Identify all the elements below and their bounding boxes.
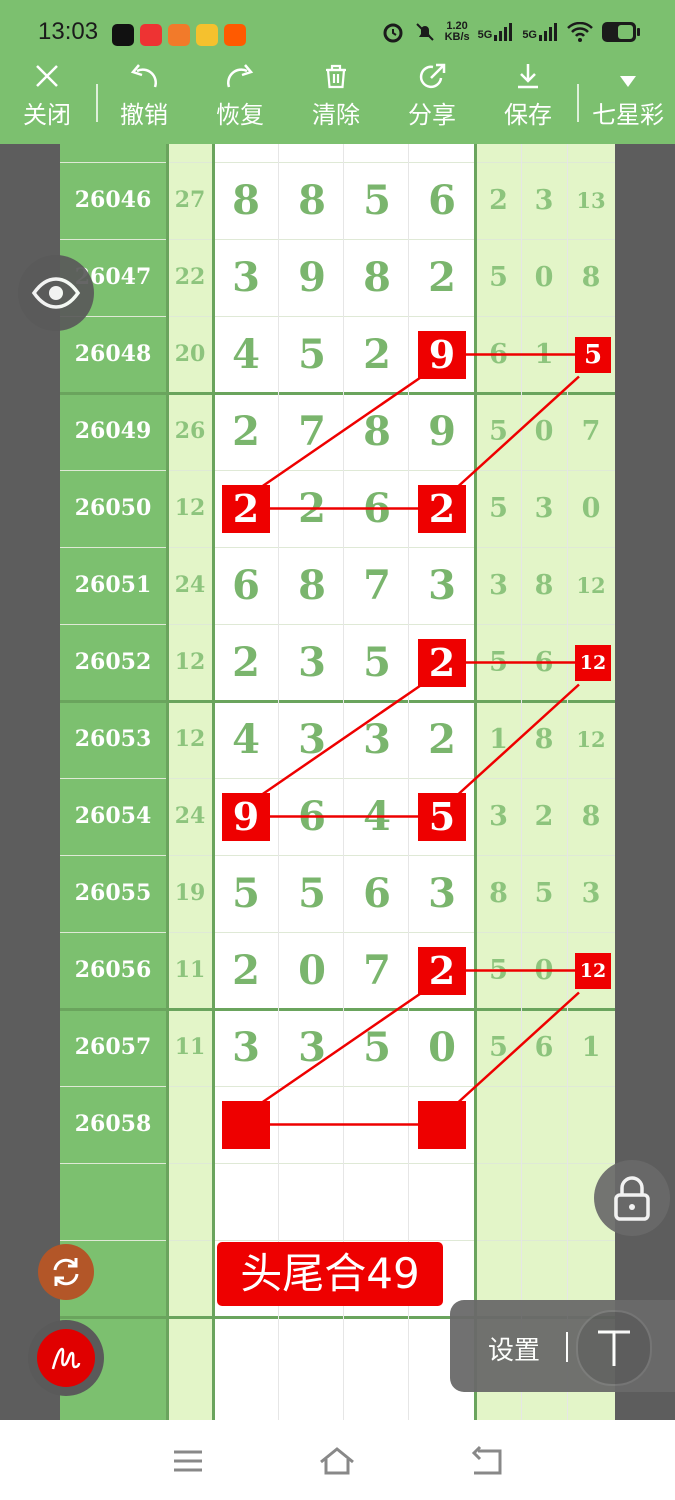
tiktok-icon xyxy=(112,24,134,46)
eye-toggle-button[interactable] xyxy=(18,255,94,331)
highlight-box[interactable] xyxy=(418,1100,466,1149)
highlight-box[interactable] xyxy=(222,1100,270,1149)
undo-button[interactable]: 撤销 xyxy=(109,62,179,144)
banner-label: 头尾合49 xyxy=(217,1242,443,1306)
system-nav-bar xyxy=(0,1420,675,1500)
pen-button[interactable] xyxy=(28,1320,104,1396)
mute-icon xyxy=(415,23,434,41)
wifi-icon xyxy=(567,22,593,42)
connector-line xyxy=(457,375,580,488)
status-bar: 13:03 1.20 KB/s 5G 5G xyxy=(0,0,675,62)
battery-icon xyxy=(602,22,640,42)
lottery-type-dropdown[interactable]: 七星彩 xyxy=(586,62,670,144)
save-label: 保存 xyxy=(504,101,552,129)
undo-icon xyxy=(109,62,179,100)
lock-button[interactable] xyxy=(594,1160,670,1236)
settings-divider xyxy=(566,1332,568,1362)
connector-line xyxy=(457,991,580,1104)
taobao-icon xyxy=(224,24,246,46)
toolbar: 关闭 撤销 恢复 清除 分享 保存 七星彩 xyxy=(0,62,675,144)
refresh-button[interactable] xyxy=(38,1244,94,1300)
menu-icon xyxy=(174,1450,202,1472)
signal-icon: 5G xyxy=(478,23,515,41)
highlight-box[interactable]: 9 xyxy=(222,792,270,841)
eye-icon xyxy=(31,277,81,309)
redo-button[interactable]: 恢复 xyxy=(205,62,275,144)
settings-panel: 设置 xyxy=(450,1300,675,1392)
share-label: 分享 xyxy=(408,101,456,129)
home-button[interactable] xyxy=(317,1444,357,1478)
settings-button[interactable]: 设置 xyxy=(488,1330,540,1367)
refresh-icon xyxy=(53,1258,79,1286)
highlight-box[interactable]: 2 xyxy=(418,484,466,533)
lottery-type-label: 七星彩 xyxy=(592,101,664,129)
clear-label: 清除 xyxy=(312,101,360,129)
close-icon xyxy=(12,62,82,100)
trash-icon xyxy=(301,62,371,100)
connector-line xyxy=(261,683,423,796)
net-speed: 1.20 KB/s xyxy=(444,20,470,43)
signal-icon-2: 5G xyxy=(522,23,559,41)
back-button[interactable] xyxy=(466,1444,506,1478)
back-icon xyxy=(471,1445,502,1475)
yellow-app-icon xyxy=(196,24,218,46)
left-margin xyxy=(0,144,60,1420)
close-button[interactable]: 关闭 xyxy=(12,62,82,144)
connector-line xyxy=(261,991,423,1104)
system-icons: 1.20 KB/s 5G 5G xyxy=(381,20,641,44)
status-time: 13:03 xyxy=(38,18,99,45)
clear-button[interactable]: 清除 xyxy=(301,62,371,144)
alarm-icon xyxy=(383,23,403,43)
share-button[interactable]: 分享 xyxy=(397,62,467,144)
lottery-trend-grid[interactable]: 2604627885623132604722398250826048204529… xyxy=(60,144,615,1420)
app-red-icon xyxy=(140,24,162,46)
pen-icon xyxy=(37,1329,95,1387)
toolbar-divider-2 xyxy=(577,84,579,122)
video-app-icon xyxy=(168,24,190,46)
redo-icon xyxy=(205,62,275,100)
download-icon xyxy=(493,62,563,100)
save-button[interactable]: 保存 xyxy=(493,62,563,144)
menu-button[interactable] xyxy=(168,1444,208,1478)
redo-label: 恢复 xyxy=(216,101,264,129)
text-tool-button[interactable] xyxy=(576,1310,652,1386)
highlight-box[interactable]: 12 xyxy=(575,952,611,989)
undo-label: 撤销 xyxy=(120,101,168,129)
close-label: 关闭 xyxy=(23,101,71,129)
text-tool-icon xyxy=(598,1330,630,1366)
home-icon xyxy=(320,1447,354,1475)
share-icon xyxy=(397,62,467,100)
highlight-box[interactable]: 2 xyxy=(222,484,270,533)
toolbar-divider xyxy=(96,84,98,122)
dropdown-triangle-icon xyxy=(586,62,670,100)
highlight-box[interactable]: 9 xyxy=(418,330,466,379)
connector-line xyxy=(457,683,580,796)
highlight-box[interactable]: 2 xyxy=(418,946,466,995)
highlight-box[interactable]: 2 xyxy=(418,638,466,687)
lock-icon xyxy=(614,1176,650,1221)
notification-app-icons xyxy=(112,24,246,46)
connector-line xyxy=(261,375,423,488)
annotation-lines xyxy=(261,353,580,1126)
highlight-box[interactable]: 12 xyxy=(575,644,611,681)
highlight-box[interactable]: 5 xyxy=(418,792,466,841)
highlight-box[interactable]: 5 xyxy=(575,336,611,373)
